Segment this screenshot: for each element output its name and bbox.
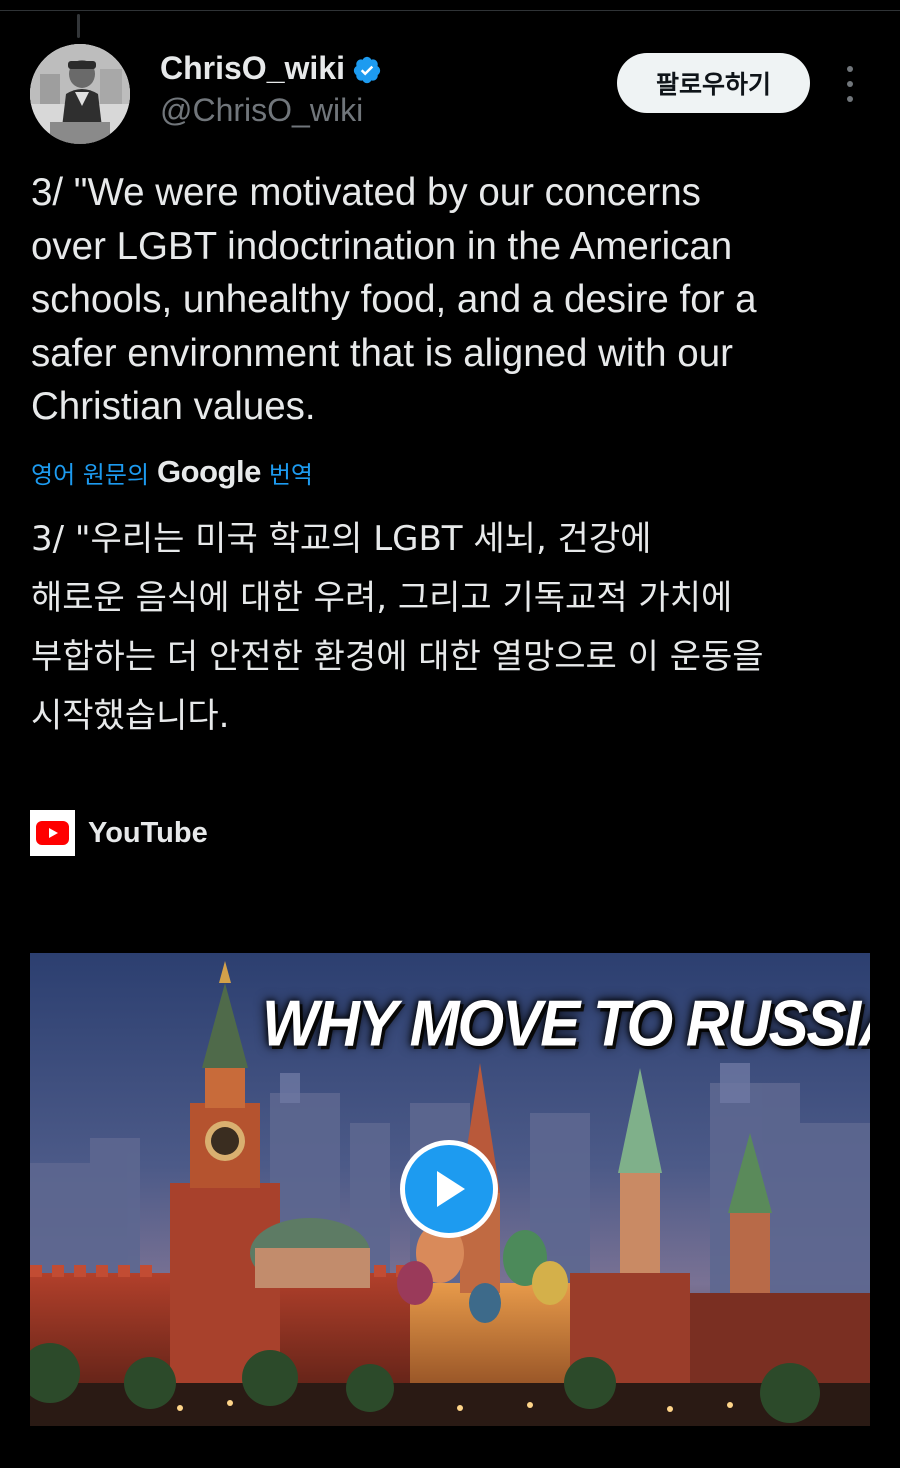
- video-thumbnail[interactable]: WHY MOVE TO RUSSIA: [30, 953, 870, 1426]
- more-dot: [847, 81, 853, 87]
- more-vertical-icon[interactable]: [834, 66, 866, 102]
- avatar[interactable]: [30, 44, 130, 144]
- verified-badge-icon: [353, 56, 381, 84]
- follow-button[interactable]: 팔로우하기: [617, 53, 810, 113]
- translate-suffix: 번역: [268, 460, 313, 489]
- translate-prefix: 영어 원문의: [31, 460, 150, 489]
- more-dot: [847, 66, 853, 72]
- thumbnail-title: WHY MOVE TO RUSSIA: [262, 987, 870, 1060]
- google-logo: Google: [157, 454, 261, 489]
- author-handle[interactable]: @ChrisO_wiki: [160, 92, 363, 129]
- thread-connector-line: [77, 14, 80, 38]
- translated-text: 3/ "우리는 미국 학교의 LGBT 세뇌, 건강에 해로운 음식에 대한 우…: [31, 519, 764, 736]
- play-icon[interactable]: [400, 1140, 498, 1238]
- card-source-label: YouTube: [88, 816, 208, 849]
- author-name[interactable]: ChrisO_wiki: [160, 50, 345, 87]
- top-divider: [0, 10, 900, 11]
- translation-attribution[interactable]: 영어 원문의 Google 번역: [31, 452, 313, 492]
- tweet-text: 3/ "We were motivated by our concerns ov…: [31, 171, 757, 428]
- more-dot: [847, 96, 853, 102]
- link-card-source[interactable]: YouTube: [30, 810, 208, 856]
- youtube-icon: [30, 810, 75, 856]
